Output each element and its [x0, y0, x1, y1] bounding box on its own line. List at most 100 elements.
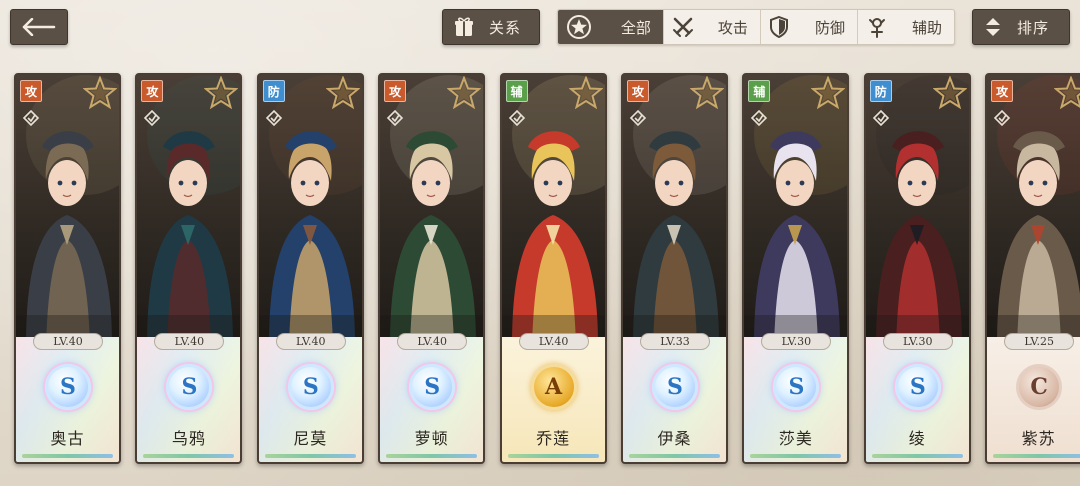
character-name: 莎美: [778, 429, 813, 448]
rank-emblem: S: [409, 364, 456, 410]
rank-emblem: C: [1016, 364, 1063, 410]
character-card[interactable]: 攻 LV.40 S 奥古: [14, 73, 121, 464]
tab-defense[interactable]: 防御: [759, 10, 857, 44]
tab-support[interactable]: 辅助: [856, 10, 954, 44]
shield-icon: [769, 16, 788, 38]
link-icon: [387, 109, 404, 127]
level-label: LV.33: [640, 333, 710, 350]
star-icon: [690, 76, 724, 110]
link-icon: [751, 109, 768, 127]
link-icon: [144, 109, 161, 127]
role-badge: 攻: [20, 80, 42, 102]
card-bottom-line: [507, 454, 599, 458]
role-badge: 攻: [141, 80, 164, 102]
level-label: LV.25: [1004, 333, 1075, 350]
back-button[interactable]: [10, 9, 68, 45]
card-bottom-line: [22, 454, 113, 458]
sort-arrows-icon: [986, 18, 1000, 36]
level-label: LV.40: [33, 333, 103, 350]
card-bottom-line: [629, 454, 720, 458]
character-name: 乌鸦: [171, 429, 206, 448]
card-bottom-line: [750, 454, 842, 458]
rank-emblem: S: [45, 364, 91, 410]
level-label: LV.40: [518, 333, 589, 350]
tab-support-label: 辅助: [911, 18, 942, 37]
level-label: LV.40: [275, 333, 346, 350]
card-info-panel: LV.40 S 萝顿: [380, 333, 484, 462]
character-card[interactable]: 攻 LV.33 S 伊桑: [621, 73, 728, 464]
role-badge: 辅: [505, 80, 528, 102]
card-info-panel: LV.25 C 紫苏: [987, 333, 1080, 462]
support-icon: [868, 18, 885, 38]
gift-box-icon: [455, 17, 473, 36]
character-name: 尼莫: [293, 429, 328, 448]
character-card[interactable]: 防 LV.40 S 尼莫: [256, 73, 364, 464]
rank-emblem: S: [287, 364, 334, 410]
rank-emblem: S: [773, 364, 820, 410]
rank-emblem: S: [894, 364, 941, 410]
role-badge: 防: [262, 80, 285, 102]
character-name: 紫苏: [1021, 429, 1056, 448]
card-bottom-line: [993, 454, 1080, 458]
sort-button[interactable]: 排序: [972, 9, 1070, 45]
tab-all-label: 全部: [620, 18, 651, 37]
card-bottom-line: [871, 454, 963, 458]
character-card[interactable]: 辅 LV.30 S 莎美: [742, 73, 850, 464]
relation-button[interactable]: 关系: [442, 9, 540, 45]
card-info-panel: LV.40 S 奥古: [16, 333, 119, 462]
character-name: 萝顿: [414, 429, 449, 448]
level-label: LV.30: [882, 333, 953, 350]
role-badge: 辅: [748, 80, 771, 102]
card-info-panel: LV.30 S 莎美: [744, 333, 848, 462]
card-bottom-line: [264, 454, 356, 458]
star-icon: [447, 76, 482, 110]
level-label: LV.30: [761, 333, 832, 350]
star-badge-icon: [567, 15, 591, 39]
rank-emblem: S: [166, 364, 213, 410]
tab-attack-label: 攻击: [717, 18, 748, 37]
character-name: 乔莲: [536, 429, 571, 448]
back-arrow-icon: [22, 18, 56, 36]
card-info-panel: LV.30 S 绫: [865, 333, 969, 462]
character-name: 绫: [908, 429, 926, 448]
character-name: 伊桑: [657, 429, 692, 448]
character-name: 奥古: [50, 429, 85, 448]
tab-defense-label: 防御: [814, 18, 845, 37]
star-icon: [325, 76, 360, 110]
level-label: LV.40: [154, 333, 225, 350]
card-info-panel: LV.40 A 乔莲: [501, 333, 605, 462]
link-icon: [994, 109, 1011, 127]
character-card[interactable]: 辅 LV.40 A 乔莲: [499, 73, 607, 464]
card-bottom-line: [143, 454, 235, 458]
character-card[interactable]: 攻 LV.40 S 萝顿: [378, 73, 486, 464]
role-badge: 攻: [384, 80, 407, 102]
star-icon: [204, 76, 239, 110]
character-card[interactable]: 防 LV.30 S 绫: [863, 73, 971, 464]
star-icon: [568, 76, 603, 110]
crossed-swords-icon: [672, 17, 693, 37]
character-card[interactable]: 攻 LV.25 C 紫苏: [985, 73, 1080, 464]
role-badge: 攻: [627, 80, 649, 102]
sort-label: 排序: [1017, 18, 1050, 37]
tab-attack[interactable]: 攻击: [662, 10, 760, 44]
star-icon: [83, 76, 117, 110]
rank-emblem: S: [652, 364, 698, 410]
character-card[interactable]: 攻 LV.40 S 乌鸦: [135, 73, 243, 464]
card-info-panel: LV.33 S 伊桑: [623, 333, 726, 462]
link-icon: [22, 109, 40, 127]
link-icon: [629, 109, 647, 127]
rank-emblem: A: [530, 364, 577, 410]
star-icon: [932, 76, 967, 110]
role-badge: 攻: [991, 80, 1014, 102]
link-icon: [265, 109, 282, 127]
link-icon: [872, 109, 889, 127]
level-label: LV.40: [397, 333, 468, 350]
star-icon: [1054, 76, 1080, 110]
tab-all[interactable]: 全部: [558, 10, 663, 44]
card-info-panel: LV.40 S 尼莫: [258, 333, 362, 462]
role-badge: 防: [869, 80, 892, 102]
card-bottom-line: [386, 454, 478, 458]
link-icon: [508, 109, 525, 127]
role-filter-tabs: 全部 攻击 防御 辅助: [557, 9, 955, 45]
card-info-panel: LV.40 S 乌鸦: [137, 333, 241, 462]
